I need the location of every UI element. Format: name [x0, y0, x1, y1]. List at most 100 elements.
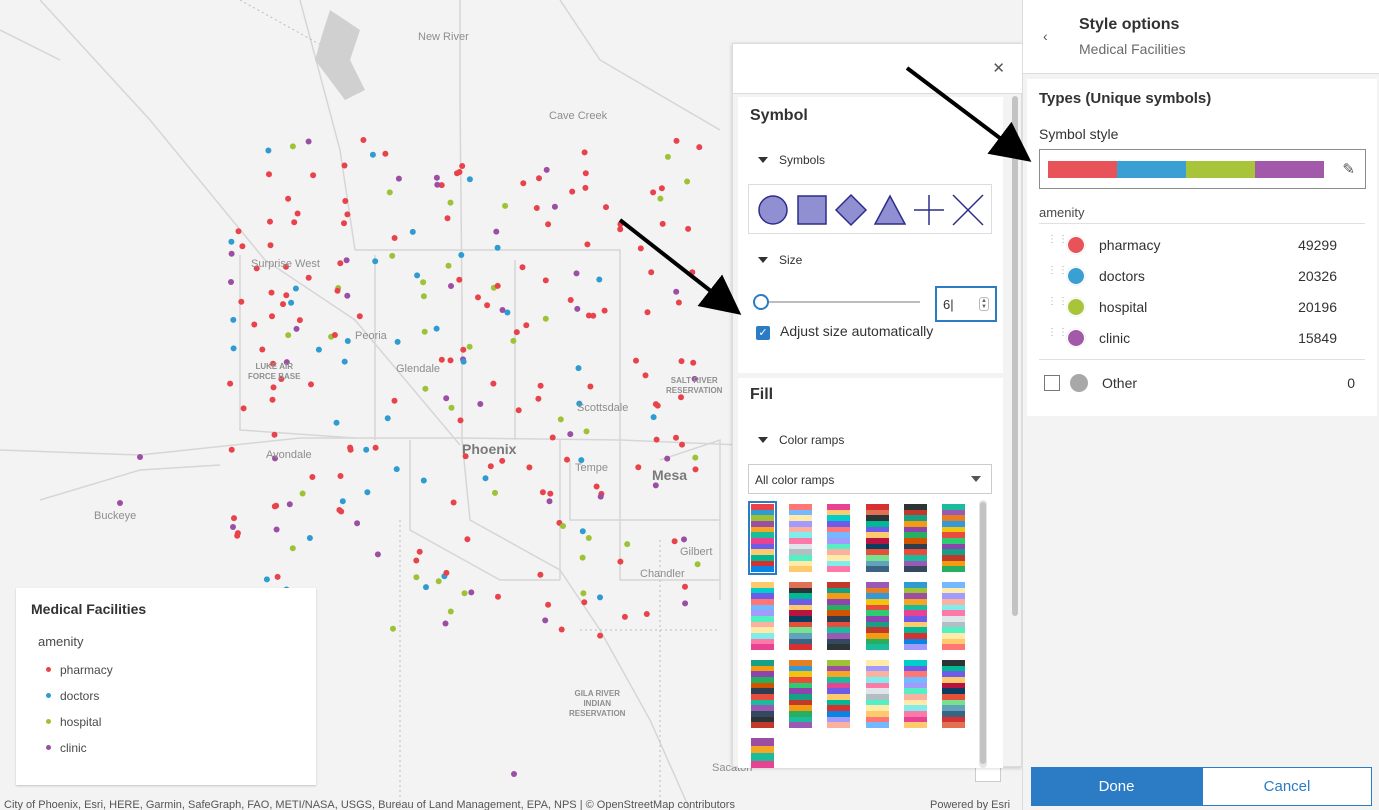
facility-point[interactable] — [460, 358, 467, 365]
facility-point[interactable] — [305, 274, 312, 281]
facility-point[interactable] — [238, 298, 245, 305]
zoom-control[interactable] — [975, 766, 1001, 782]
facility-point[interactable] — [372, 258, 379, 265]
color-ramp-option[interactable] — [865, 660, 889, 729]
facility-point[interactable] — [331, 332, 338, 338]
symbols-toggle[interactable]: Symbols — [758, 153, 825, 167]
facility-point[interactable] — [443, 395, 450, 402]
facility-point[interactable] — [228, 446, 235, 453]
facility-point[interactable] — [268, 289, 275, 296]
facility-point[interactable] — [292, 285, 299, 292]
facility-point[interactable] — [438, 356, 445, 363]
facility-point[interactable] — [466, 343, 473, 350]
facility-point[interactable] — [339, 498, 346, 505]
facility-point[interactable] — [575, 365, 582, 372]
facility-point[interactable] — [513, 329, 520, 336]
facility-point[interactable] — [239, 243, 246, 250]
facility-point[interactable] — [547, 490, 554, 497]
facility-point[interactable] — [681, 536, 687, 543]
facility-point[interactable] — [558, 626, 565, 633]
category-row[interactable]: ⋮⋮ hospital 20196 — [1039, 292, 1349, 322]
facility-point[interactable] — [386, 189, 393, 196]
facility-point[interactable] — [581, 149, 588, 156]
cancel-button[interactable]: Cancel — [1202, 767, 1372, 806]
done-button[interactable]: Done — [1031, 767, 1202, 806]
facility-point[interactable] — [682, 600, 689, 607]
facility-point[interactable] — [459, 163, 466, 169]
facility-point[interactable] — [343, 257, 350, 264]
facility-point[interactable] — [409, 228, 416, 235]
facility-point[interactable] — [442, 620, 449, 627]
facility-point[interactable] — [694, 561, 701, 568]
facility-point[interactable] — [573, 270, 580, 277]
facility-point[interactable] — [259, 346, 266, 353]
facility-point[interactable] — [560, 523, 566, 529]
facility-point[interactable] — [574, 305, 581, 312]
facility-point[interactable] — [692, 466, 699, 473]
color-ramp-option[interactable] — [942, 582, 965, 651]
facility-point[interactable] — [635, 464, 642, 471]
facility-point[interactable] — [286, 501, 293, 508]
facility-point[interactable] — [542, 315, 549, 322]
facility-point[interactable] — [360, 137, 367, 143]
category-symbol[interactable] — [1067, 329, 1085, 347]
facility-point[interactable] — [434, 181, 441, 188]
category-row[interactable]: ⋮⋮ doctors 20326 — [1039, 261, 1349, 291]
facility-point[interactable] — [240, 405, 247, 412]
pencil-icon[interactable]: ✎ — [1342, 160, 1355, 178]
facility-point[interactable] — [267, 218, 273, 225]
facility-point[interactable] — [689, 269, 696, 276]
facility-point[interactable] — [475, 294, 481, 301]
category-row[interactable]: ⋮⋮ clinic 15849 — [1039, 323, 1349, 353]
facility-point[interactable] — [642, 372, 649, 379]
facility-point[interactable] — [546, 498, 553, 505]
facility-point[interactable] — [456, 276, 463, 283]
facility-point[interactable] — [414, 272, 421, 279]
other-symbol[interactable] — [1070, 374, 1088, 392]
facility-point[interactable] — [454, 170, 460, 177]
facility-point[interactable] — [228, 250, 235, 257]
facility-point[interactable] — [393, 466, 400, 473]
facility-point[interactable] — [690, 359, 697, 366]
category-row[interactable]: ⋮⋮ pharmacy 49299 — [1039, 230, 1349, 260]
facility-point[interactable] — [231, 515, 237, 522]
facility-point[interactable] — [585, 535, 592, 541]
facility-point[interactable] — [423, 584, 429, 591]
other-checkbox[interactable] — [1044, 375, 1060, 391]
powered-by[interactable]: Powered by Esri — [930, 799, 1010, 810]
facility-point[interactable] — [659, 220, 666, 227]
facility-point[interactable] — [526, 464, 533, 471]
shape-square[interactable] — [797, 195, 827, 225]
facility-point[interactable] — [369, 151, 376, 158]
facility-point[interactable] — [285, 332, 292, 339]
facility-point[interactable] — [673, 434, 679, 441]
facility-point[interactable] — [273, 502, 280, 509]
facility-point[interactable] — [447, 199, 454, 206]
facility-point[interactable] — [228, 238, 235, 245]
facility-point[interactable] — [587, 383, 594, 390]
drag-handle-icon[interactable]: ⋮⋮ — [1047, 235, 1068, 253]
facility-point[interactable] — [583, 428, 590, 435]
facility-point[interactable] — [477, 401, 484, 407]
facility-point[interactable] — [356, 313, 363, 320]
facility-point[interactable] — [372, 444, 379, 451]
facility-point[interactable] — [344, 211, 351, 218]
facility-point[interactable] — [391, 397, 398, 404]
ramp-filter-select[interactable]: All color ramps — [748, 464, 992, 494]
facility-point[interactable] — [274, 573, 281, 580]
facility-point[interactable] — [288, 299, 295, 306]
color-ramp-option[interactable] — [789, 504, 813, 573]
facility-point[interactable] — [389, 252, 396, 259]
shape-circle[interactable] — [758, 195, 788, 225]
facility-point[interactable] — [584, 241, 591, 248]
facility-point[interactable] — [285, 195, 292, 202]
facility-point[interactable] — [390, 625, 396, 632]
facility-point[interactable] — [296, 317, 303, 324]
facility-point[interactable] — [234, 532, 241, 539]
color-ramp-option[interactable] — [751, 582, 774, 651]
facility-point[interactable] — [450, 499, 457, 506]
facility-point[interactable] — [230, 524, 236, 530]
facility-point[interactable] — [306, 535, 313, 541]
facility-point[interactable] — [461, 590, 468, 597]
facility-point[interactable] — [227, 380, 234, 387]
